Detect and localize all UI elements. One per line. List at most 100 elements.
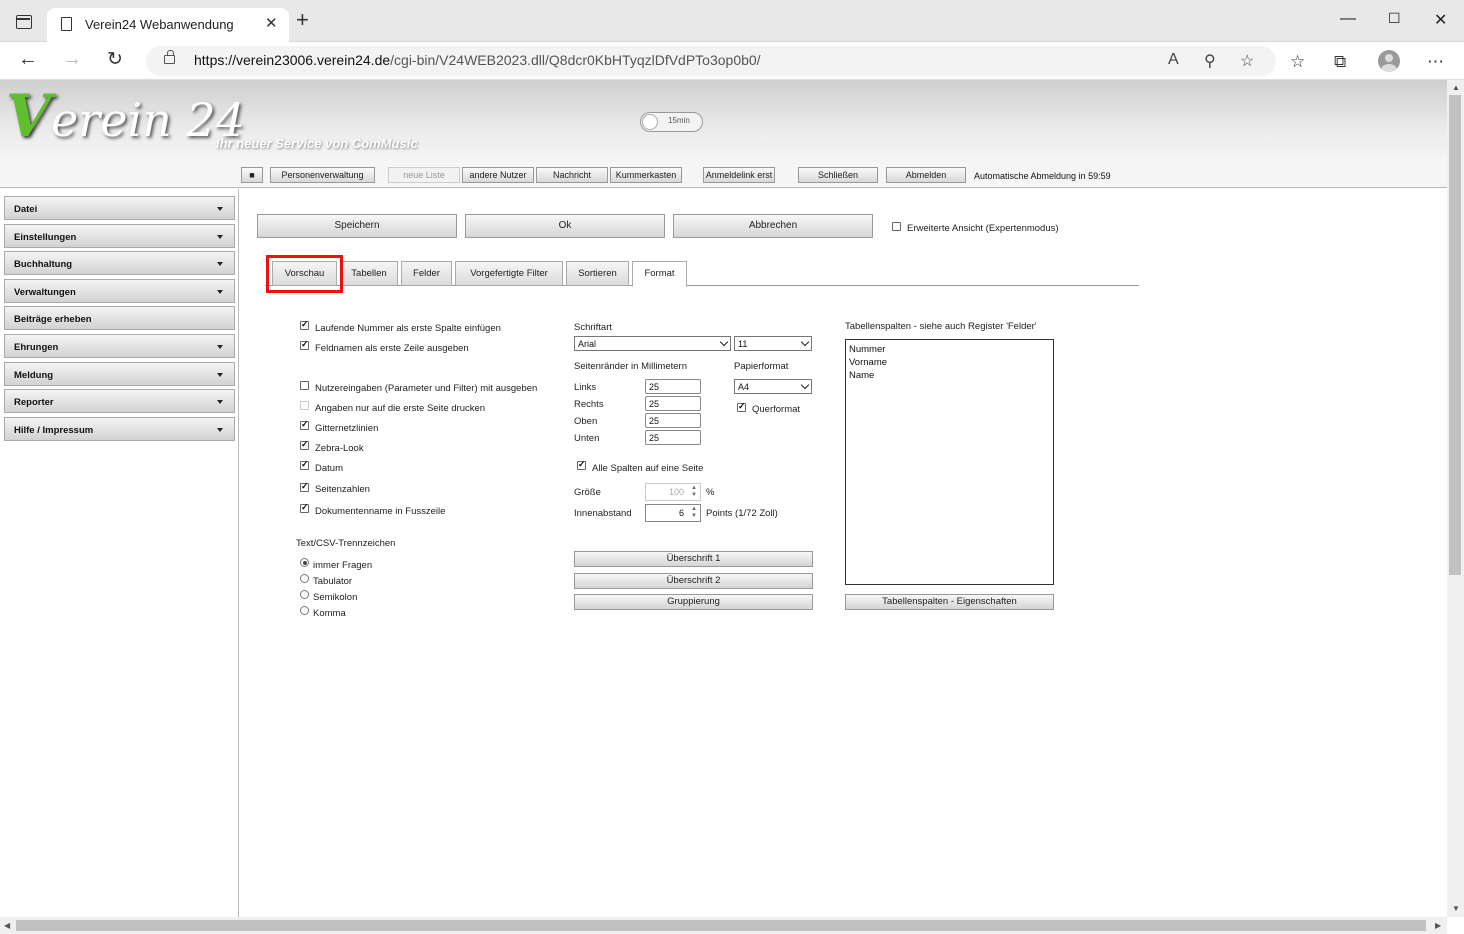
new-tab-icon[interactable]: + <box>296 9 309 31</box>
sidebar-item-verwaltungen[interactable]: Verwaltungen <box>4 279 235 303</box>
ueberschrift2-button[interactable]: Überschrift 2 <box>574 573 813 589</box>
margin-links-input[interactable]: 25 <box>645 379 701 394</box>
maximize-icon[interactable]: ☐ <box>1388 10 1401 27</box>
window-close-icon[interactable]: ✕ <box>1434 10 1447 30</box>
gitternetz-label: Gitternetzlinien <box>315 423 379 434</box>
list-item[interactable]: Name <box>849 369 1053 382</box>
groesse-spinner[interactable]: 100 ▲ ▼ <box>645 483 701 501</box>
more-icon[interactable]: ⋯ <box>1427 52 1444 72</box>
back-icon[interactable]: ← <box>18 48 38 71</box>
gruppierung-button[interactable]: Gruppierung <box>574 594 813 610</box>
font-family-select[interactable]: Arial <box>574 336 731 351</box>
speichern-button[interactable]: Speichern <box>257 214 457 238</box>
querformat-label: Querformat <box>752 404 801 415</box>
menu-square-button[interactable]: ■ <box>241 167 263 183</box>
schliessen-button[interactable]: Schließen <box>798 167 878 183</box>
sidebar-item-hilfe[interactable]: Hilfe / Impressum <box>4 417 235 441</box>
erste-seite-checkbox[interactable] <box>300 401 309 410</box>
neue-liste-button[interactable]: neue Liste <box>388 167 460 183</box>
main-content: Speichern Ok Abbrechen Erweiterte Ansich… <box>240 189 1447 917</box>
seitenzahlen-checkbox[interactable] <box>300 481 309 492</box>
highlight-box <box>266 255 343 293</box>
ok-button[interactable]: Ok <box>465 214 665 238</box>
csv-tabulator-label: Tabulator <box>313 576 353 587</box>
sidebar-item-beitraege[interactable]: Beiträge erheben <box>4 306 235 330</box>
paper-format-select[interactable]: A4 <box>734 379 812 394</box>
csv-heading: Text/CSV-Trennzeichen <box>296 538 396 549</box>
scroll-up-icon[interactable]: ▲ <box>1452 83 1460 92</box>
columns-listbox[interactable]: Nummer Vorname Name <box>845 339 1054 585</box>
alle-spalten-checkbox[interactable] <box>577 459 586 470</box>
forward-icon[interactable]: → <box>62 48 82 71</box>
margin-rechts-input[interactable]: 25 <box>645 396 701 411</box>
sidebar-item-buchhaltung[interactable]: Buchhaltung <box>4 251 235 275</box>
datum-checkbox[interactable] <box>300 459 309 470</box>
personenverwaltung-button[interactable]: Personenverwaltung <box>270 167 375 183</box>
caret-down-icon <box>217 345 223 349</box>
browser-tab[interactable]: Verein24 Webanwendung ✕ <box>47 8 289 42</box>
spalten-eigenschaften-button[interactable]: Tabellenspalten - Eigenschaften <box>845 594 1054 610</box>
read-aloud-icon[interactable]: A <box>1168 51 1179 69</box>
innenabstand-spinner[interactable]: 6 ▲ ▼ <box>645 504 701 522</box>
favorites-icon[interactable]: ☆ <box>1290 52 1305 72</box>
margin-oben-label: Oben <box>574 416 598 427</box>
reload-icon[interactable]: ↻ <box>107 48 123 71</box>
csv-semikolon-radio[interactable] <box>300 590 309 599</box>
list-item[interactable]: Vorname <box>849 356 1053 369</box>
csv-komma-radio[interactable] <box>300 606 309 615</box>
zebra-checkbox[interactable] <box>300 439 309 450</box>
abbrechen-button[interactable]: Abbrechen <box>673 214 873 238</box>
scroll-left-icon[interactable]: ◀ <box>4 921 10 930</box>
feldnamen-checkbox[interactable] <box>300 339 309 350</box>
horizontal-scroll-thumb[interactable] <box>16 920 1426 931</box>
margin-oben-input[interactable]: 25 <box>645 413 701 428</box>
csv-immer-radio[interactable] <box>300 558 309 567</box>
sidebar-item-datei[interactable]: Datei <box>4 196 235 220</box>
sidebar-item-ehrungen[interactable]: Ehrungen <box>4 334 235 358</box>
andere-nutzer-button[interactable]: andere Nutzer <box>462 167 534 183</box>
tab-sortieren[interactable]: Sortieren <box>566 261 629 286</box>
kummerkasten-button[interactable]: Kummerkasten <box>610 167 682 183</box>
feldnamen-label: Feldnamen als erste Zeile ausgeben <box>315 343 469 354</box>
abmelden-button[interactable]: Abmelden <box>886 167 966 183</box>
sidebar-item-meldung[interactable]: Meldung <box>4 362 235 386</box>
profile-avatar[interactable] <box>1378 50 1400 72</box>
scroll-down-icon[interactable]: ▼ <box>1452 904 1460 913</box>
session-timer-toggle[interactable]: 15min <box>640 112 703 132</box>
tab-felder[interactable]: Felder <box>401 261 452 286</box>
close-tab-icon[interactable]: ✕ <box>265 14 278 32</box>
sidebar-item-einstellungen[interactable]: Einstellungen <box>4 224 235 248</box>
zoom-icon[interactable]: ⚲ <box>1204 51 1216 71</box>
innenabstand-label: Innenabstand <box>574 508 632 519</box>
spinner-arrows-icon[interactable]: ▲ ▼ <box>689 485 699 499</box>
querformat-checkbox[interactable] <box>737 401 746 412</box>
margin-unten-input[interactable]: 25 <box>645 430 701 445</box>
list-item[interactable]: Nummer <box>849 343 1053 356</box>
collections-icon[interactable]: ⧉ <box>1334 52 1346 72</box>
tab-tabellen[interactable]: Tabellen <box>340 261 398 286</box>
tab-format[interactable]: Format <box>632 261 687 287</box>
font-size-select[interactable]: 11 <box>734 336 812 351</box>
gitternetz-checkbox[interactable] <box>300 419 309 430</box>
scroll-right-icon[interactable]: ▶ <box>1435 921 1441 930</box>
expert-mode-checkbox[interactable] <box>892 222 901 231</box>
tab-vorgefertigte-filter[interactable]: Vorgefertigte Filter <box>455 261 563 286</box>
minimize-icon[interactable]: — <box>1340 10 1356 28</box>
laufende-nummer-checkbox[interactable] <box>300 319 309 330</box>
csv-tabulator-radio[interactable] <box>300 574 309 583</box>
ueberschrift1-button[interactable]: Überschrift 1 <box>574 551 813 567</box>
tab-actions-icon[interactable] <box>16 15 32 29</box>
sidebar-item-reporter[interactable]: Reporter <box>4 389 235 413</box>
font-heading: Schriftart <box>574 322 613 333</box>
spinner-arrows-icon[interactable]: ▲ ▼ <box>689 506 699 520</box>
nachricht-button[interactable]: Nachricht <box>536 167 608 183</box>
lock-icon[interactable] <box>164 50 175 64</box>
anmeldelink-button[interactable]: Anmeldelink erst <box>703 167 775 183</box>
dokumentenname-checkbox[interactable] <box>300 502 309 513</box>
vertical-scrollbar[interactable]: ▲ ▼ <box>1447 80 1464 917</box>
horizontal-scrollbar[interactable]: ◀ ▶ <box>0 917 1447 934</box>
url-field[interactable]: https://verein23006.verein24.de/cgi-bin/… <box>146 46 1276 76</box>
add-favorite-icon[interactable]: ☆ <box>1240 51 1254 71</box>
vertical-scroll-thumb[interactable] <box>1449 95 1461 575</box>
nutzereingaben-checkbox[interactable] <box>300 381 309 390</box>
